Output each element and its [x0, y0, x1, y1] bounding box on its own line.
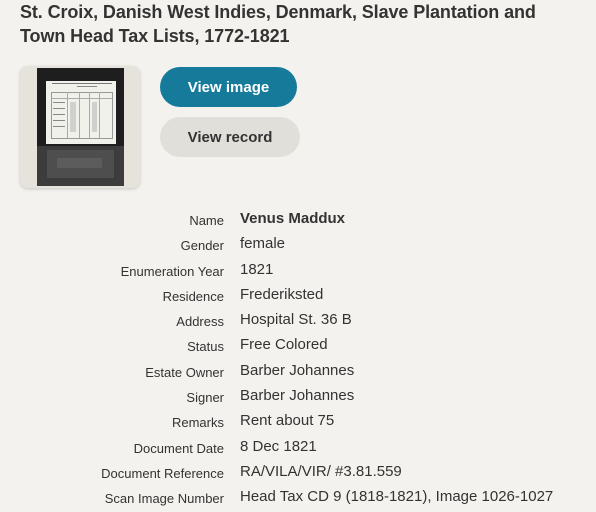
field-row-gender: Gender female: [0, 233, 596, 258]
field-value: Head Tax CD 9 (1818-1821), Image 1026-10…: [240, 488, 554, 506]
view-image-button[interactable]: View image: [160, 67, 297, 107]
field-row-status: Status Free Colored: [0, 334, 596, 359]
field-value: Barber Johannes: [240, 387, 355, 405]
field-value: Rent about 75: [240, 412, 335, 430]
field-label: Estate Owner: [145, 364, 224, 380]
field-value: RA/VILA/VIR/ #3.81.559: [240, 462, 402, 480]
collection-title-line-1: St. Croix, Danish West Indies, Denmark, …: [20, 2, 536, 22]
field-row-remarks: Remarks Rent about 75: [0, 410, 596, 435]
record-image-thumbnail[interactable]: [20, 66, 140, 188]
field-value-name: Venus Maddux: [240, 210, 346, 227]
field-row-enumeration-year: Enumeration Year 1821: [0, 259, 596, 284]
field-label: Remarks: [171, 415, 224, 431]
field-row-address: Address Hospital St. 36 B: [0, 309, 596, 334]
document-scan-image[interactable]: [37, 68, 124, 186]
field-row-estate-owner: Estate Owner Barber Johannes: [0, 360, 596, 385]
field-row-name: Name Venus Maddux: [0, 208, 596, 233]
collection-title: St. Croix, Danish West Indies, Denmark, …: [20, 0, 580, 48]
field-row-document-reference: Document Reference RA/VILA/VIR/ #3.81.55…: [0, 461, 596, 486]
field-row-scan-image-number: Scan Image Number Head Tax CD 9 (1818-18…: [0, 486, 596, 511]
record-details: Name Venus Maddux Gender female Enumerat…: [0, 208, 596, 512]
field-label: Name: [189, 213, 224, 228]
field-label: Residence: [162, 288, 224, 304]
field-label: Document Date: [133, 440, 224, 456]
field-label: Gender: [180, 238, 224, 254]
document-scan-drawing: [37, 68, 124, 186]
view-record-button[interactable]: View record: [160, 117, 300, 157]
field-value: Barber Johannes: [240, 361, 355, 379]
field-value: 1821: [240, 260, 274, 278]
field-row-residence: Residence Frederiksted: [0, 284, 596, 309]
field-label: Status: [187, 339, 224, 355]
collection-title-line-2: Town Head Tax Lists, 1772-1821: [20, 26, 290, 46]
field-value: 8 Dec 1821: [240, 437, 317, 455]
field-label: Document Reference: [101, 465, 224, 481]
field-value: Frederiksted: [240, 285, 324, 303]
field-value: female: [240, 235, 286, 253]
field-row-document-date: Document Date 8 Dec 1821: [0, 436, 596, 461]
field-value: Hospital St. 36 B: [240, 311, 352, 329]
field-value: Free Colored: [240, 336, 328, 354]
field-label: Enumeration Year: [120, 263, 224, 279]
field-label: Scan Image Number: [104, 491, 224, 507]
field-label: Address: [176, 314, 224, 330]
field-label: Signer: [186, 390, 224, 406]
field-row-signer: Signer Barber Johannes: [0, 385, 596, 410]
